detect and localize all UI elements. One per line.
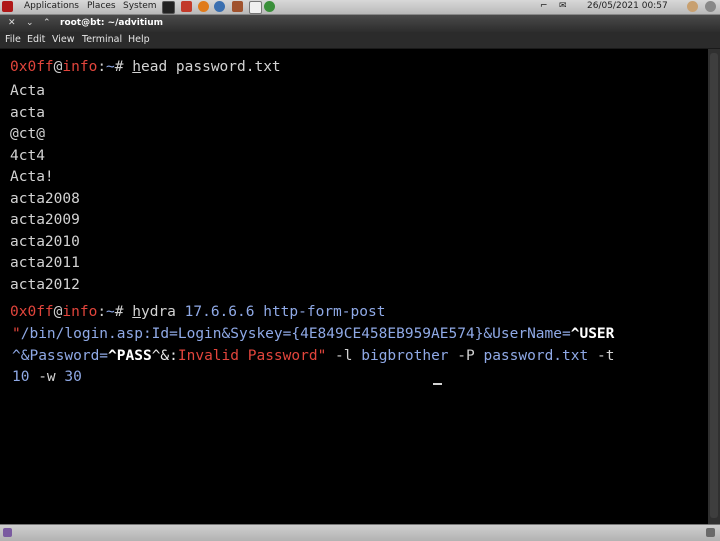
output-line: acta2008 bbox=[10, 190, 80, 207]
places-menu[interactable]: Places bbox=[87, 0, 116, 13]
network-tool-icon[interactable] bbox=[214, 1, 225, 12]
window-minimize-icon[interactable]: ⌄ bbox=[26, 17, 34, 29]
power-icon[interactable] bbox=[705, 1, 716, 12]
backtrack-logo-icon[interactable] bbox=[2, 1, 13, 12]
editor-icon[interactable] bbox=[249, 1, 262, 14]
output-line: @ct@ bbox=[10, 126, 45, 142]
output-line: acta2009 bbox=[10, 212, 80, 228]
clock[interactable]: 26/05/2021 00:57 bbox=[587, 0, 668, 13]
prompt-path: ~ bbox=[106, 304, 115, 320]
system-menu[interactable]: System bbox=[123, 0, 157, 13]
output-line: acta2010 bbox=[10, 233, 80, 250]
output-line: 4ct4 bbox=[10, 147, 45, 164]
applications-menu[interactable]: Applications bbox=[24, 0, 79, 13]
command-continuation: 10 -w 30 bbox=[12, 369, 82, 385]
prompt-line: 0x0ff@info:~# head password.txt bbox=[10, 59, 281, 75]
close-app-icon[interactable] bbox=[181, 1, 192, 12]
password-file: password.txt bbox=[483, 347, 589, 364]
command-first-char: h bbox=[132, 304, 141, 320]
output-line: Acta! bbox=[10, 169, 54, 185]
app-green-icon[interactable] bbox=[264, 1, 275, 12]
login-value: bigbrother bbox=[361, 347, 449, 364]
window-maximize-icon[interactable]: ⌃ bbox=[43, 17, 51, 29]
window-titlebar[interactable]: ✕ ⌄ ⌃ root@bt: ~/advitium bbox=[0, 15, 720, 32]
window-title: root@bt: ~/advitium bbox=[60, 18, 164, 28]
scrollbar-thumb[interactable] bbox=[710, 53, 718, 518]
prompt-user: 0x0ff bbox=[10, 304, 54, 320]
prompt-host: info bbox=[62, 59, 98, 75]
target-ip: 17.6.6.6 bbox=[184, 304, 255, 320]
user-token: ^USER bbox=[570, 326, 615, 342]
menu-view[interactable]: View bbox=[52, 33, 75, 47]
output-line: Acta bbox=[10, 83, 45, 99]
prompt-line: 0x0ff@info:~# hydra 17.6.6.6 http-form-p… bbox=[10, 304, 386, 320]
terminal-launcher-icon[interactable] bbox=[162, 1, 175, 14]
tools-icon[interactable] bbox=[232, 1, 243, 12]
workspace-switcher-icon[interactable] bbox=[706, 528, 715, 537]
command-text: ead password.txt bbox=[140, 59, 281, 75]
wait-value: 30 bbox=[64, 369, 82, 385]
menu-file[interactable]: File bbox=[5, 33, 21, 47]
text-cursor bbox=[433, 383, 442, 385]
prompt-host: info bbox=[62, 304, 98, 320]
prompt-symbol: # bbox=[114, 59, 124, 75]
command-continuation: ^&Password=^PASS^&:Invalid Password" -l … bbox=[12, 347, 615, 364]
threads-value: 10 bbox=[12, 369, 30, 385]
menu-terminal[interactable]: Terminal bbox=[82, 33, 122, 47]
keyboard-indicator-icon[interactable]: ⌐ bbox=[540, 0, 548, 13]
attack-module: http-form-post bbox=[263, 304, 386, 320]
form-params: :Id=Login&Syskey={ bbox=[142, 326, 301, 342]
output-line: acta2011 bbox=[10, 255, 80, 271]
menu-edit[interactable]: Edit bbox=[27, 33, 45, 47]
window-close-icon[interactable]: ✕ bbox=[8, 17, 16, 29]
output-line: acta bbox=[10, 104, 45, 121]
user-avatar-icon[interactable] bbox=[687, 1, 698, 12]
firefox-icon[interactable] bbox=[198, 1, 209, 12]
terminal-scrollbar[interactable] bbox=[708, 49, 720, 524]
command-text: ydra bbox=[140, 304, 176, 320]
failure-message: Invalid Password bbox=[177, 347, 318, 364]
prompt-user: 0x0ff bbox=[10, 59, 54, 75]
prompt-path: ~ bbox=[106, 59, 115, 75]
prompt-symbol: # bbox=[114, 304, 124, 320]
output-line: acta2012 bbox=[10, 276, 80, 293]
top-panel: Applications Places System ⌐ ✉ 26/05/202… bbox=[0, 0, 720, 15]
terminal-menubar: File Edit View Terminal Help bbox=[0, 32, 720, 49]
terminal-output[interactable]: 0x0ff@info:~# head password.txt Acta act… bbox=[0, 49, 708, 524]
mail-icon[interactable]: ✉ bbox=[559, 0, 567, 13]
menu-help[interactable]: Help bbox=[128, 33, 150, 47]
bottom-panel bbox=[0, 524, 720, 541]
syskey-value: 4E849CE458EB959AE574 bbox=[300, 326, 475, 342]
show-desktop-icon[interactable] bbox=[3, 528, 12, 537]
command-first-char: h bbox=[132, 59, 141, 75]
pass-token: ^PASS bbox=[108, 347, 152, 364]
command-continuation: "/bin/login.asp:Id=Login&Syskey={4E849CE… bbox=[12, 326, 615, 342]
form-path: /bin/login.asp bbox=[20, 326, 143, 342]
